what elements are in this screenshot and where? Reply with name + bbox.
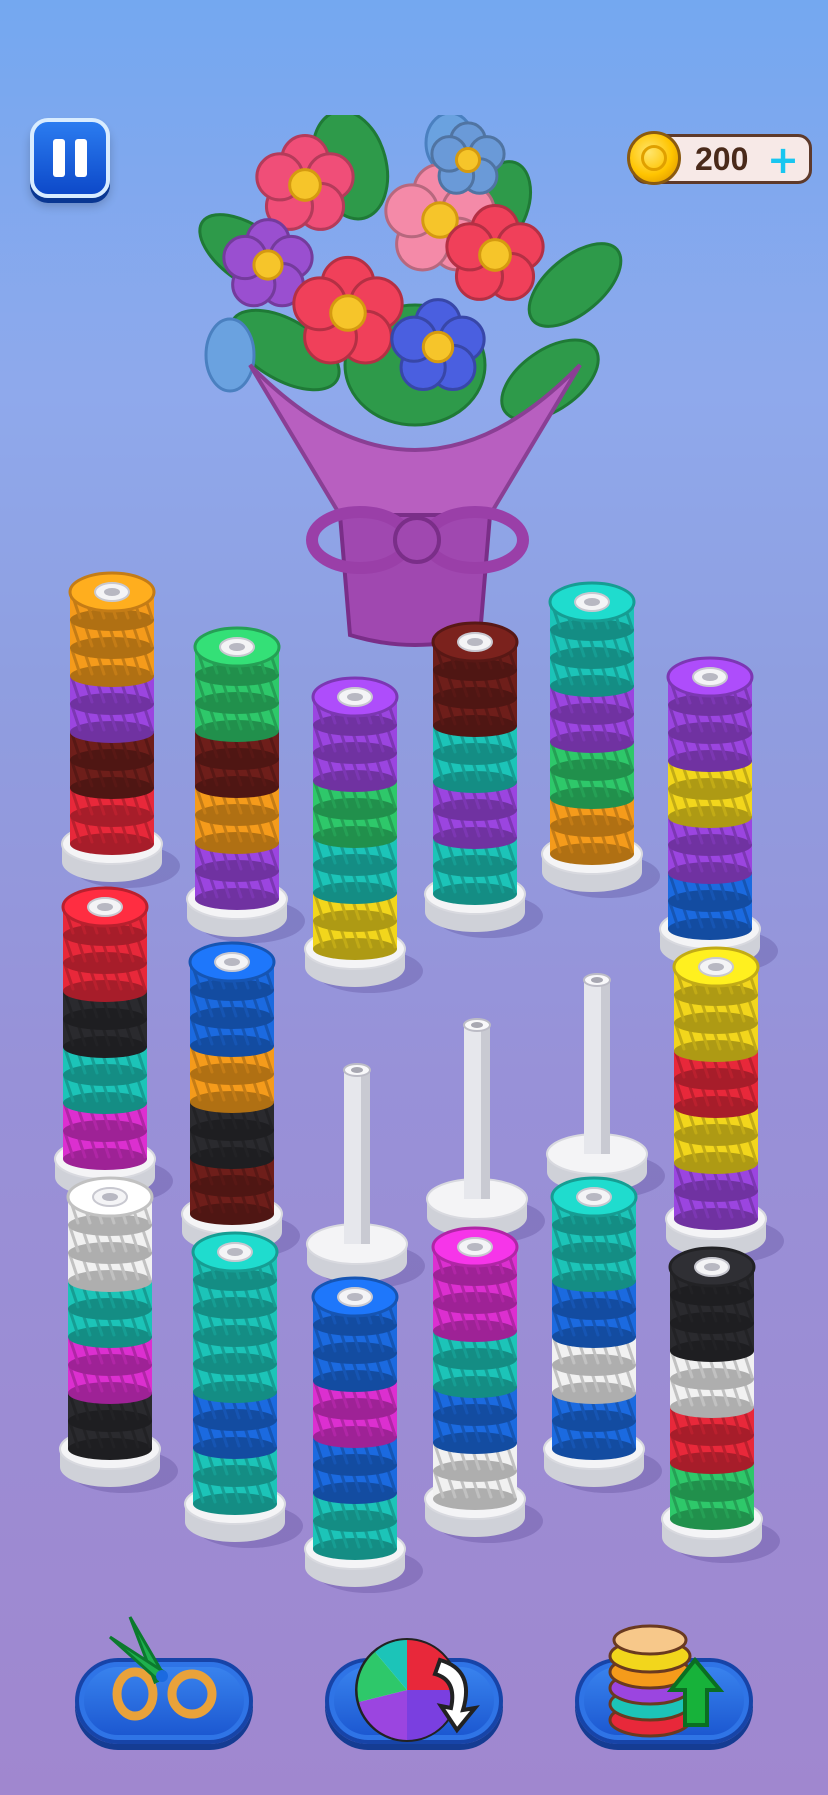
- peg[interactable]: [304, 676, 423, 993]
- peg[interactable]: [546, 973, 665, 1198]
- peg[interactable]: [426, 1018, 545, 1243]
- peg[interactable]: [543, 1176, 662, 1493]
- peg[interactable]: [181, 941, 300, 1258]
- peg[interactable]: [186, 626, 305, 943]
- peg[interactable]: [304, 1276, 423, 1593]
- peg-board[interactable]: [0, 0, 828, 1795]
- peg[interactable]: [659, 656, 778, 973]
- peg[interactable]: [54, 886, 173, 1203]
- yarn-shuffle-icon: [355, 1638, 480, 1742]
- peg[interactable]: [424, 621, 543, 938]
- peg[interactable]: [61, 571, 180, 888]
- peg[interactable]: [665, 946, 784, 1263]
- ring-stack-up-icon: [608, 1624, 725, 1738]
- peg[interactable]: [59, 1176, 178, 1493]
- scissors-icon: [108, 1616, 217, 1721]
- peg[interactable]: [306, 1063, 425, 1288]
- peg[interactable]: [184, 1231, 303, 1548]
- peg[interactable]: [424, 1226, 543, 1543]
- peg[interactable]: [661, 1246, 780, 1563]
- peg[interactable]: [541, 581, 660, 898]
